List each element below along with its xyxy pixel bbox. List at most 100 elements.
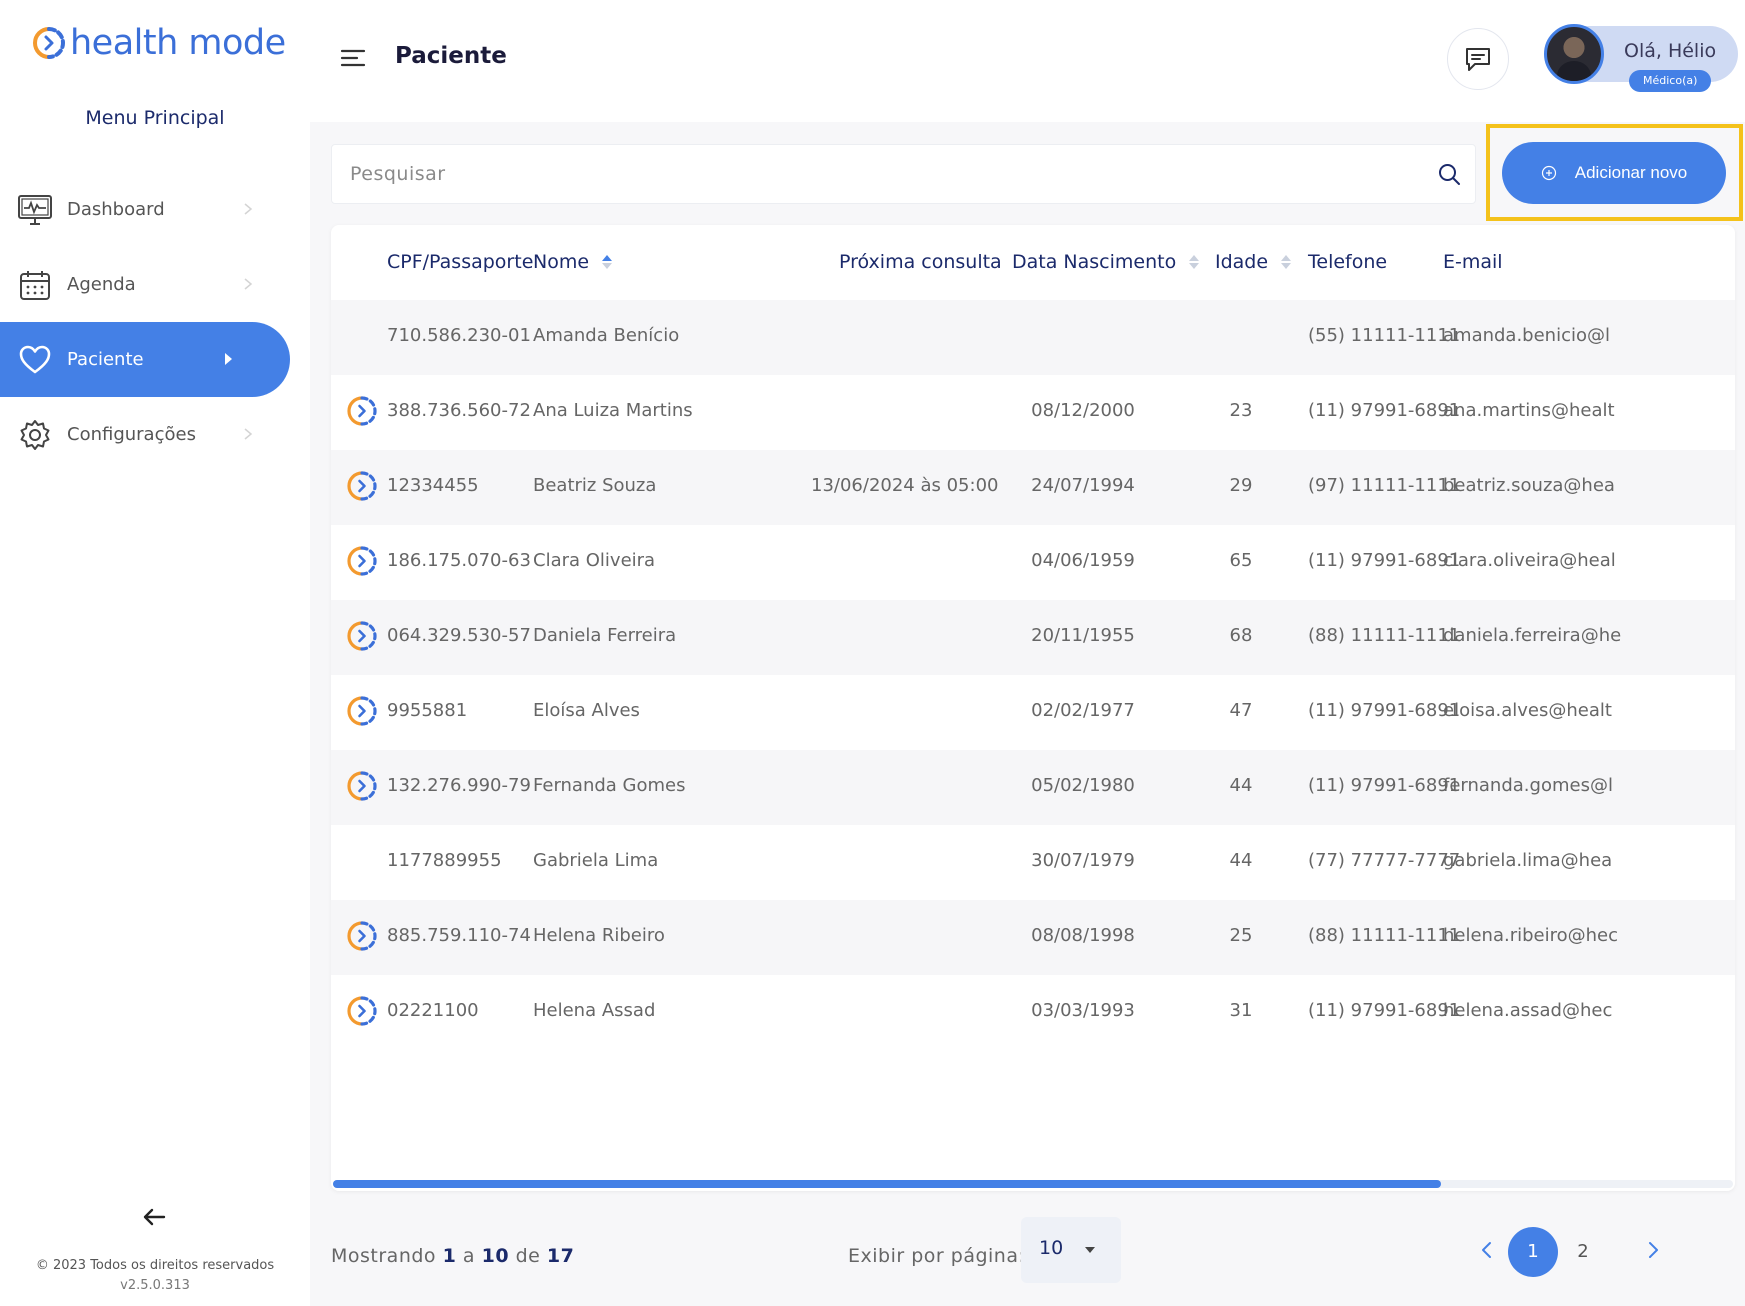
- column-header-data-nascimento[interactable]: Data Nascimento: [1012, 251, 1200, 273]
- cell-idade: 47: [1229, 700, 1253, 721]
- showing-to: 10: [481, 1245, 510, 1267]
- sidebar-item-dashboard[interactable]: Dashboard: [0, 172, 310, 247]
- version-text: v2.5.0.313: [120, 1278, 190, 1293]
- column-header-cpf[interactable]: CPF/Passaporte: [387, 251, 533, 273]
- sidebar: health mode Menu Principal Dashboard Age…: [0, 0, 310, 1306]
- table-row[interactable]: 1177889955 Gabriela Lima 30/07/1979 44 (77) …: [331, 825, 1735, 900]
- sidebar-item-agenda[interactable]: Agenda: [0, 247, 310, 322]
- cell-nome: Ana Luiza Martins: [533, 400, 693, 421]
- cell-data-nascimento: 02/02/1977: [1031, 700, 1135, 721]
- cell-cpf: 1177889955: [387, 850, 502, 871]
- sidebar-item-paciente[interactable]: Paciente: [0, 322, 290, 397]
- cell-data-nascimento: 08/08/1998: [1031, 925, 1135, 946]
- table-row[interactable]: 710.586.230-01 Amanda Benício (55) 11111-1…: [331, 300, 1735, 375]
- cell-data-nascimento: 05/02/1980: [1031, 775, 1135, 796]
- chevron-right-icon: [244, 428, 253, 440]
- cell-cpf: 388.736.560-72: [387, 400, 531, 421]
- sidebar-item-configuracoes[interactable]: Configurações: [0, 397, 310, 472]
- column-header-proxima-consulta[interactable]: Próxima consulta: [839, 251, 1002, 273]
- cell-email: helena.ribeiro@hec: [1443, 925, 1619, 946]
- sort-asc-icon: [602, 255, 613, 269]
- cell-cpf: 885.759.110-74: [387, 925, 531, 946]
- table-row[interactable]: 064.329.530-57 Daniela Ferreira 20/11/1955…: [331, 600, 1735, 675]
- cell-nome: Gabriela Lima: [533, 850, 659, 871]
- cell-nome: Clara Oliveira: [533, 550, 656, 571]
- cell-telefone: (88) 11111-1111: [1308, 625, 1461, 646]
- horizontal-scrollbar[interactable]: [333, 1180, 1733, 1188]
- cell-telefone: (11) 97991-6891: [1308, 700, 1461, 721]
- column-header-idade[interactable]: Idade: [1215, 251, 1292, 273]
- cell-idade: 44: [1229, 850, 1253, 871]
- messages-button[interactable]: [1447, 28, 1509, 90]
- column-header-email[interactable]: E-mail: [1443, 251, 1503, 273]
- add-circle-icon: [1541, 165, 1556, 181]
- cell-idade: 25: [1229, 925, 1253, 946]
- cell-nome: Beatriz Souza: [533, 475, 657, 496]
- cell-email: gabriela.lima@hea: [1443, 850, 1613, 871]
- previous-page-icon[interactable]: [1476, 1239, 1498, 1261]
- hamburger-menu-icon[interactable]: [340, 47, 366, 69]
- table-row[interactable]: 02221100 Helena Assad 03/03/1993 31 (11) 979…: [331, 975, 1735, 1050]
- cell-email: eloisa.alves@healt: [1443, 700, 1612, 721]
- showing-of-word: de: [515, 1245, 541, 1267]
- cell-telefone: (55) 11111-1111: [1308, 325, 1461, 346]
- cell-data-nascimento: 08/12/2000: [1031, 400, 1135, 421]
- table-row[interactable]: 186.175.070-63 Clara Oliveira 04/06/1959 65…: [331, 525, 1735, 600]
- cell-cpf: 9955881: [387, 700, 468, 721]
- cell-nome: Helena Assad: [533, 1000, 656, 1021]
- table-row[interactable]: 388.736.560-72 Ana Luiza Martins 08/12/200…: [331, 375, 1735, 450]
- search-input[interactable]: [350, 145, 1430, 203]
- user-role-badge: Médico(a): [1629, 70, 1712, 92]
- sidebar-nav: Dashboard Agenda Paciente Configurações: [0, 172, 310, 472]
- next-page-icon[interactable]: [1642, 1239, 1664, 1261]
- per-page-value: 10: [1039, 1237, 1064, 1259]
- caret-down-icon: [1085, 1247, 1095, 1253]
- add-new-button[interactable]: Adicionar novo: [1502, 142, 1726, 204]
- cell-telefone: (11) 97991-6891: [1308, 550, 1461, 571]
- health-mode-link-icon: [347, 696, 377, 726]
- cell-telefone: (97) 11111-1111: [1308, 475, 1461, 496]
- sort-icon: [1281, 255, 1292, 269]
- cell-idade: 68: [1229, 625, 1253, 646]
- collapse-sidebar-arrow-icon[interactable]: [140, 1203, 168, 1231]
- table-row[interactable]: 885.759.110-74 Helena Ribeiro 08/08/1998 25…: [331, 900, 1735, 975]
- per-page-select[interactable]: 10: [1021, 1217, 1121, 1283]
- pagination-summary: Mostrando 1 a 10 de 17: [331, 1245, 574, 1267]
- cell-idade: 23: [1229, 400, 1253, 421]
- sort-icon: [1189, 255, 1200, 269]
- cell-data-nascimento: 30/07/1979: [1031, 850, 1135, 871]
- page-title: Paciente: [395, 43, 507, 69]
- cell-telefone: (11) 97991-6891: [1308, 1000, 1461, 1021]
- health-mode-link-icon: [347, 471, 377, 501]
- user-profile-menu[interactable]: Olá, Hélio Médico(a): [1544, 24, 1738, 92]
- avatar: [1544, 24, 1604, 84]
- copyright-text: © 2023 Todos os direitos reservados: [35, 1258, 275, 1273]
- table-row[interactable]: 12334455 Beatriz Souza 13/06/2024 às 05:00…: [331, 450, 1735, 525]
- horizontal-scrollbar-thumb[interactable]: [333, 1180, 1441, 1188]
- cell-cpf: 02221100: [387, 1000, 479, 1021]
- column-label: Nome: [533, 251, 590, 273]
- table-row[interactable]: 132.276.990-79 Fernanda Gomes 05/02/1980 44…: [331, 750, 1735, 825]
- page-1-button[interactable]: 1: [1508, 1227, 1558, 1277]
- health-mode-link-icon: [347, 396, 377, 426]
- add-new-label: Adicionar novo: [1574, 163, 1688, 182]
- column-label: CPF/Passaporte: [387, 251, 534, 273]
- table-row[interactable]: 9955881 Eloísa Alves 02/02/1977 47 (11) 9799…: [331, 675, 1735, 750]
- cell-nome: Daniela Ferreira: [533, 625, 677, 646]
- calendar-icon: [17, 267, 53, 303]
- cell-email: helena.assad@hec: [1443, 1000, 1613, 1021]
- column-header-telefone[interactable]: Telefone: [1308, 251, 1387, 273]
- chevron-right-icon: [244, 203, 253, 215]
- page-2-button[interactable]: 2: [1558, 1227, 1608, 1277]
- logo: health mode: [32, 18, 286, 68]
- cell-nome: Fernanda Gomes: [533, 775, 686, 796]
- cell-telefone: (11) 97991-6891: [1308, 400, 1461, 421]
- column-header-nome[interactable]: Nome: [533, 251, 613, 273]
- gear-icon: [17, 417, 53, 453]
- showing-to-word: a: [462, 1245, 476, 1267]
- top-header: Paciente Olá, Hélio Médico(a): [310, 0, 1745, 122]
- sidebar-item-label: Configurações: [67, 424, 196, 445]
- search-icon[interactable]: [1437, 162, 1461, 186]
- table-header: CPF/Passaporte Nome Próxima consulta Dat…: [331, 225, 1735, 300]
- cell-idade: 65: [1229, 550, 1253, 571]
